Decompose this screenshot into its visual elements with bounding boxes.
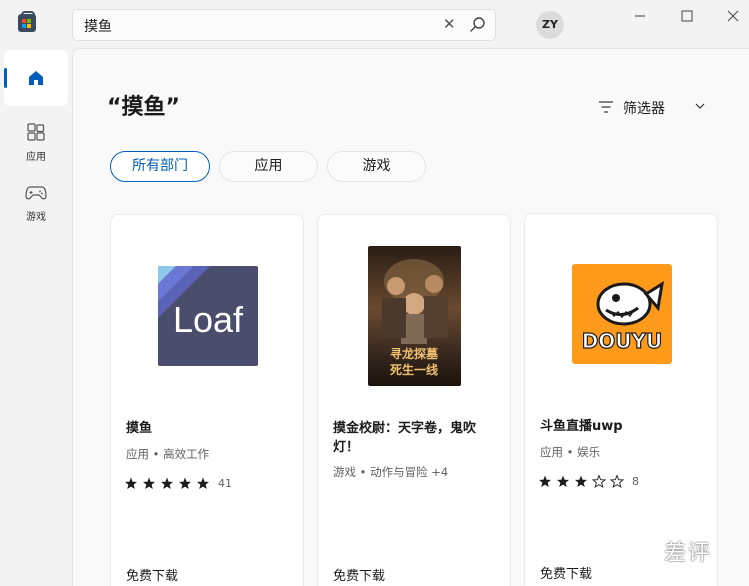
loaf-app-icon: Loaf [158,266,258,366]
douyu-app-icon: DOUYU [572,264,672,364]
rating-count: 41 [218,477,232,490]
star-rating: 41 [125,476,245,492]
close-icon[interactable] [721,4,745,28]
sidebar-item-home[interactable] [4,50,68,106]
loaf-icon-text: Loaf [173,299,244,340]
app-category: 游戏 • 动作与冒险 +4 [333,465,449,479]
rating-count: 8 [632,475,639,488]
chip-games[interactable]: 游戏 [327,151,426,182]
svg-text:死生一线: 死生一线 [390,362,438,377]
price-label: 免费下载 [540,567,593,582]
app-category: 应用 • 娱乐 [540,445,601,459]
store-logo-icon [18,11,36,32]
gamepad-icon [25,186,47,200]
filter-icon [599,101,613,113]
main-content: “摸鱼” 筛选器 所有部门 应用 游戏 Loaf 摸鱼 应用 • 高效工作 41… [72,48,749,586]
title-bar: 摸鱼 ✕ ZY [0,0,749,48]
sidebar-item-label: 游戏 [26,212,46,223]
apps-icon [27,123,45,141]
douyu-icon-text: DOUYU [582,329,663,353]
sidebar-item-apps[interactable]: 应用 [4,112,68,168]
watermark-text: 差评 [664,541,713,566]
clear-search-icon[interactable]: ✕ [443,15,456,33]
sidebar-item-label: 应用 [26,152,46,163]
app-name: 摸鱼 [126,421,153,436]
minimize-icon[interactable] [628,4,652,28]
stars-icon [539,475,625,489]
app-card[interactable]: DOUYU 斗鱼直播uwp 应用 • 娱乐 8 免费下载 [524,213,718,586]
game-cover-image: 寻龙探墓 死生一线 [368,246,461,386]
price-label: 免费下载 [126,569,179,584]
app-name: 摸金校尉：天字卷，鬼吹灯！ [333,421,477,455]
search-input[interactable]: 摸鱼 [84,16,112,36]
svg-text:寻龙探墓: 寻龙探墓 [390,346,439,361]
home-icon [29,71,43,85]
app-name: 斗鱼直播uwp [540,419,623,434]
page-title: “摸鱼” [107,95,180,120]
filter-label: 筛选器 [623,101,665,117]
stars-icon [125,477,209,489]
search-icon[interactable] [469,16,487,34]
app-card[interactable]: 寻龙探墓 死生一线 摸金校尉：天字卷，鬼吹灯！ 游戏 • 动作与冒险 +4 免费… [317,214,511,586]
chip-all-departments[interactable]: 所有部门 [110,151,210,182]
app-category: 应用 • 高效工作 [126,447,210,461]
sidebar: 应用 游戏 [0,48,72,586]
sidebar-item-games[interactable]: 游戏 [4,172,68,228]
avatar[interactable]: ZY [536,11,564,39]
maximize-icon[interactable] [675,4,699,28]
search-box[interactable]: 摸鱼 ✕ [72,9,496,41]
selected-indicator [4,68,7,88]
price-label: 免费下载 [333,569,386,584]
chevron-down-icon [695,103,705,109]
app-card[interactable]: Loaf 摸鱼 应用 • 高效工作 41 免费下载 [110,214,304,586]
chip-apps[interactable]: 应用 [219,151,318,182]
star-rating: 8 [539,474,659,490]
